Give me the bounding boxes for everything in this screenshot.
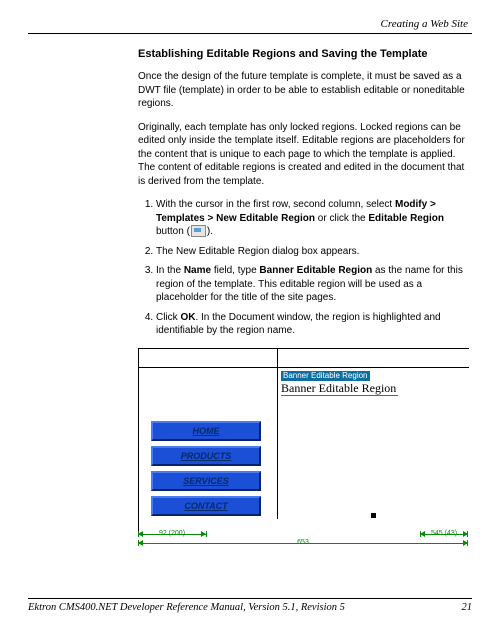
step-4: Click OK. In the Document window, the re… [156, 311, 466, 338]
paragraph-2: Originally, each template has only locke… [138, 121, 466, 189]
figure-col-divider [277, 349, 278, 519]
footer-manual-title: Ektron CMS400.NET Developer Reference Ma… [28, 602, 345, 613]
step-2: The New Editable Region dialog box appea… [156, 245, 466, 259]
figure-row-divider [139, 367, 469, 368]
header-rule [28, 33, 472, 34]
resize-handle-icon [371, 513, 376, 518]
nav-contact-button: CONTACT [151, 496, 261, 516]
ruler-seg-a: 92 (200) [147, 530, 197, 537]
ruler: 92 (200) 545 (43) 653 [138, 534, 468, 550]
section-title: Establishing Editable Regions and Saving… [138, 48, 466, 60]
step-3: In the Name field, type Banner Editable … [156, 264, 466, 305]
footer: Ektron CMS400.NET Developer Reference Ma… [28, 598, 472, 613]
nav-services-button: SERVICES [151, 471, 261, 491]
figure-frame: Banner Editable Region Banner Editable R… [138, 348, 469, 535]
figure-template-preview: Banner Editable Region Banner Editable R… [138, 348, 466, 553]
page-number: 21 [462, 602, 473, 613]
nav-products-button: PRODUCTS [151, 446, 261, 466]
nav-column: HOME PRODUCTS SERVICES CONTACT [151, 421, 261, 521]
editable-region-tab: Banner Editable Region [281, 371, 370, 381]
ruler-seg-b: 545 (43) [419, 530, 469, 537]
footer-rule [28, 598, 472, 599]
step-1: With the cursor in the first row, second… [156, 198, 466, 239]
editable-region-icon [191, 225, 206, 237]
paragraph-1: Once the design of the future template i… [138, 70, 466, 111]
header-breadcrumb: Creating a Web Site [28, 18, 472, 30]
editable-region-placeholder: Banner Editable Region [281, 382, 398, 396]
nav-home-button: HOME [151, 421, 261, 441]
steps-list: With the cursor in the first row, second… [138, 198, 466, 338]
main-content: Establishing Editable Regions and Saving… [138, 48, 466, 553]
ruler-seg-c: 653 [278, 539, 328, 546]
